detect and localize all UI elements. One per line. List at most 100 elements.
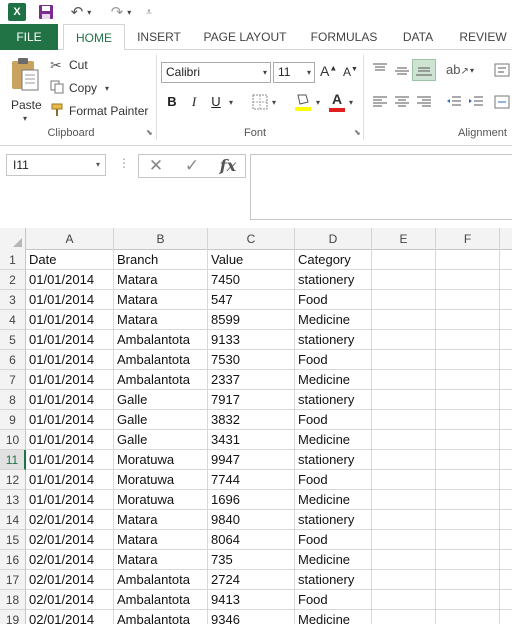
cell-b1[interactable]: Branch bbox=[114, 250, 208, 270]
cell-b7[interactable]: Ambalantota bbox=[114, 370, 208, 390]
cell-c4[interactable]: 8599 bbox=[208, 310, 295, 330]
insert-function-icon[interactable]: fx bbox=[213, 155, 243, 177]
cell-c2[interactable]: 7450 bbox=[208, 270, 295, 290]
cell-e5[interactable] bbox=[372, 330, 436, 350]
cancel-icon[interactable]: ✕ bbox=[141, 155, 171, 177]
cell-a4[interactable]: 01/01/2014 bbox=[26, 310, 114, 330]
cell-d8[interactable]: stationery bbox=[295, 390, 372, 410]
cell-c14[interactable]: 9840 bbox=[208, 510, 295, 530]
cell-d2[interactable]: stationery bbox=[295, 270, 372, 290]
cell-f6[interactable] bbox=[436, 350, 500, 370]
cell-e13[interactable] bbox=[372, 490, 436, 510]
tab-page-layout[interactable]: PAGE LAYOUT bbox=[196, 24, 294, 50]
row-header[interactable]: 7 bbox=[0, 370, 26, 390]
merge-center-icon[interactable] bbox=[494, 95, 510, 112]
cell-g12[interactable] bbox=[500, 470, 512, 490]
cell-b11[interactable]: Moratuwa bbox=[114, 450, 208, 470]
row-header[interactable]: 1 bbox=[0, 250, 26, 270]
tab-formulas[interactable]: FORMULAS bbox=[302, 24, 386, 50]
cell-b8[interactable]: Galle bbox=[114, 390, 208, 410]
bold-button[interactable]: B bbox=[163, 92, 181, 112]
cell-a9[interactable]: 01/01/2014 bbox=[26, 410, 114, 430]
cell-c11[interactable]: 9947 bbox=[208, 450, 295, 470]
cell-d12[interactable]: Food bbox=[295, 470, 372, 490]
decrease-indent-icon[interactable] bbox=[446, 95, 462, 112]
fill-color-dropdown-icon[interactable]: ▾ bbox=[316, 98, 320, 107]
cell-f19[interactable] bbox=[436, 610, 500, 624]
cell-e6[interactable] bbox=[372, 350, 436, 370]
cell-g11[interactable] bbox=[500, 450, 512, 470]
cell-f8[interactable] bbox=[436, 390, 500, 410]
cell-e1[interactable] bbox=[372, 250, 436, 270]
cell-f14[interactable] bbox=[436, 510, 500, 530]
italic-button[interactable]: I bbox=[185, 92, 203, 112]
tab-review[interactable]: REVIEW bbox=[454, 24, 512, 50]
cell-b10[interactable]: Galle bbox=[114, 430, 208, 450]
cell-g18[interactable] bbox=[500, 590, 512, 610]
row-header[interactable]: 8 bbox=[0, 390, 26, 410]
cell-g3[interactable] bbox=[500, 290, 512, 310]
row-header[interactable]: 4 bbox=[0, 310, 26, 330]
format-painter-button[interactable]: Format Painter bbox=[50, 102, 148, 120]
cell-f7[interactable] bbox=[436, 370, 500, 390]
cell-g14[interactable] bbox=[500, 510, 512, 530]
font-size-select[interactable]: 11 ▾ bbox=[273, 62, 315, 83]
tab-file[interactable]: FILE bbox=[0, 24, 58, 50]
copy-dropdown-icon[interactable]: ▾ bbox=[105, 84, 109, 93]
orientation-icon[interactable]: ab↗ bbox=[446, 62, 469, 77]
cell-f16[interactable] bbox=[436, 550, 500, 570]
cut-button[interactable]: ✂ Cut bbox=[50, 56, 88, 74]
tab-home[interactable]: HOME bbox=[63, 24, 125, 51]
cell-a14[interactable]: 02/01/2014 bbox=[26, 510, 114, 530]
cell-a8[interactable]: 01/01/2014 bbox=[26, 390, 114, 410]
cell-c5[interactable]: 9133 bbox=[208, 330, 295, 350]
underline-dropdown-icon[interactable]: ▾ bbox=[229, 98, 233, 107]
formula-bar-grip[interactable]: ⋮ bbox=[118, 156, 130, 170]
align-center-icon[interactable] bbox=[394, 95, 410, 112]
cell-g2[interactable] bbox=[500, 270, 512, 290]
row-header[interactable]: 2 bbox=[0, 270, 26, 290]
column-header-g[interactable]: G bbox=[500, 228, 512, 250]
cell-g1[interactable] bbox=[500, 250, 512, 270]
row-header[interactable]: 18 bbox=[0, 590, 26, 610]
row-header[interactable]: 15 bbox=[0, 530, 26, 550]
row-header[interactable]: 10 bbox=[0, 430, 26, 450]
cell-d15[interactable]: Food bbox=[295, 530, 372, 550]
cell-d7[interactable]: Medicine bbox=[295, 370, 372, 390]
cell-a10[interactable]: 01/01/2014 bbox=[26, 430, 114, 450]
cell-c6[interactable]: 7530 bbox=[208, 350, 295, 370]
redo-icon[interactable]: ↷ ▾ bbox=[106, 3, 136, 21]
cell-d13[interactable]: Medicine bbox=[295, 490, 372, 510]
cell-b16[interactable]: Matara bbox=[114, 550, 208, 570]
column-header-b[interactable]: B bbox=[114, 228, 208, 250]
cell-d1[interactable]: Category bbox=[295, 250, 372, 270]
cell-f1[interactable] bbox=[436, 250, 500, 270]
cell-c7[interactable]: 2337 bbox=[208, 370, 295, 390]
column-header-e[interactable]: E bbox=[372, 228, 436, 250]
cell-a5[interactable]: 01/01/2014 bbox=[26, 330, 114, 350]
cell-e14[interactable] bbox=[372, 510, 436, 530]
cell-b4[interactable]: Matara bbox=[114, 310, 208, 330]
cell-d17[interactable]: stationery bbox=[295, 570, 372, 590]
decrease-font-size-icon[interactable]: A▼ bbox=[343, 65, 358, 79]
font-launcher-icon[interactable]: ⬊ bbox=[354, 128, 361, 137]
clipboard-launcher-icon[interactable]: ⬊ bbox=[146, 128, 153, 137]
cell-e10[interactable] bbox=[372, 430, 436, 450]
cell-b2[interactable]: Matara bbox=[114, 270, 208, 290]
cell-b6[interactable]: Ambalantota bbox=[114, 350, 208, 370]
cell-d16[interactable]: Medicine bbox=[295, 550, 372, 570]
cell-a18[interactable]: 02/01/2014 bbox=[26, 590, 114, 610]
fill-color-icon[interactable] bbox=[294, 92, 312, 115]
row-header[interactable]: 14 bbox=[0, 510, 26, 530]
cell-f11[interactable] bbox=[436, 450, 500, 470]
cell-c9[interactable]: 3832 bbox=[208, 410, 295, 430]
cell-g19[interactable] bbox=[500, 610, 512, 624]
increase-font-size-icon[interactable]: A▲ bbox=[320, 63, 337, 79]
cell-b5[interactable]: Ambalantota bbox=[114, 330, 208, 350]
font-color-dropdown-icon[interactable]: ▾ bbox=[349, 98, 353, 107]
cell-a16[interactable]: 02/01/2014 bbox=[26, 550, 114, 570]
cell-b9[interactable]: Galle bbox=[114, 410, 208, 430]
column-header-c[interactable]: C bbox=[208, 228, 295, 250]
row-header[interactable]: 9 bbox=[0, 410, 26, 430]
cell-e12[interactable] bbox=[372, 470, 436, 490]
